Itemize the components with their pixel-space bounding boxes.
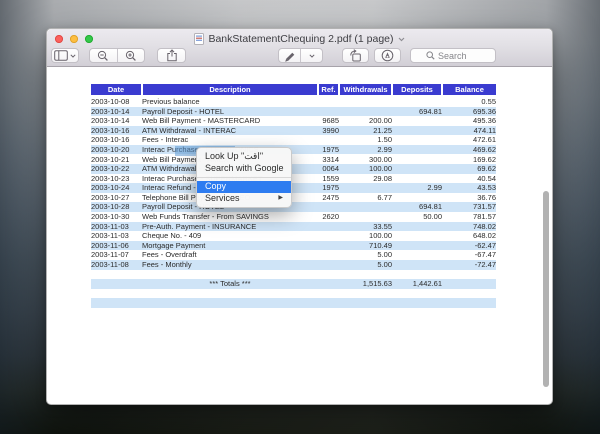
- table-row[interactable]: 2003-10-20Interac Purchase - ELECTRONICS…: [91, 144, 496, 155]
- zoom-buttons: [89, 48, 145, 63]
- markup-pen-button[interactable]: [279, 49, 300, 62]
- window-title: BankStatementChequing 2.pdf (1 page): [208, 33, 394, 45]
- table-row[interactable]: 2003-10-28 Payroll Deposit - HOTEL 694.81 7…: [91, 202, 496, 213]
- totals-row[interactable]: *** Totals *** 1,515.63 1,442.61: [91, 279, 496, 289]
- table-row[interactable]: 2003-11-06 Mortgage Payment 710.49 -62.47: [91, 240, 496, 251]
- table-row[interactable]: 2003-11-07 Fees - Overdraft 5.00 -67.47: [91, 250, 496, 260]
- search-field[interactable]: [410, 48, 496, 63]
- rotate-button[interactable]: [342, 48, 369, 63]
- menu-item-search[interactable]: Search with Google: [197, 163, 291, 175]
- sidebar-view-icon: [54, 50, 76, 61]
- column-header: Balance: [442, 84, 496, 97]
- table-row[interactable]: 2003-10-16 Fees - Interac 1.50 472.61: [91, 135, 496, 145]
- menu-separator: [197, 177, 291, 178]
- blank-row[interactable]: [91, 289, 496, 299]
- column-header: Withdrawals: [339, 84, 393, 97]
- table-row[interactable]: 2003-10-14 Web Bill Payment - MASTERCARD 9…: [91, 116, 496, 126]
- table-row[interactable]: 2003-10-14 Payroll Deposit - HOTEL 694.81 6…: [91, 106, 496, 117]
- menu-item-copy[interactable]: Copy: [197, 181, 291, 193]
- table-row[interactable]: 2003-10-16 ATM Withdrawal - INTERAC 3990 21…: [91, 125, 496, 136]
- table-row[interactable]: 2003-10-30 Web Funds Transfer - From SAVI…: [91, 212, 496, 222]
- preview-window: BankStatementChequing 2.pdf (1 page) Sea…: [46, 28, 553, 405]
- share-button[interactable]: [157, 48, 186, 63]
- context-menu: Look Up "اقت" Search with Google Copy Servi…: [196, 147, 292, 208]
- traffic-lights: [55, 35, 93, 43]
- table-row[interactable]: 2003-11-03 Pre-Auth. Payment - INSURANCE 3…: [91, 221, 496, 232]
- table-row[interactable]: 2003-10-27Telephone Bill Payment - VIDEO…: [91, 193, 496, 203]
- search-input[interactable]: [438, 50, 480, 61]
- statement-table-body: 2003-10-08 Previous balance 0.55 2003-10-14…: [91, 96, 496, 308]
- view-options-button[interactable]: [51, 48, 79, 63]
- table-header-row: Date Description Ref. Withdrawals Deposits Ba…: [91, 84, 496, 97]
- markup-button-group: [278, 48, 323, 63]
- table-row[interactable]: 2003-11-08 Fees - Monthly 5.00 -72.47: [91, 260, 496, 270]
- window-titlebar: BankStatementChequing 2.pdf (1 page): [47, 29, 552, 67]
- zoom-in-button[interactable]: [116, 49, 145, 62]
- minimize-button[interactable]: [70, 35, 78, 43]
- submenu-arrow-icon: ▶: [278, 194, 283, 201]
- menu-item-services[interactable]: Services ▶: [197, 193, 291, 205]
- menu-item-label: Copy: [205, 181, 227, 191]
- title-chevron-icon[interactable]: [398, 37, 405, 42]
- rotate-left-icon: [350, 49, 361, 62]
- column-header: Description: [142, 84, 319, 97]
- menu-item-look[interactable]: Look Up "اقت": [197, 151, 291, 163]
- table-row[interactable]: 2003-10-21 Web Bill Payment - AMEX 3314 300…: [91, 154, 496, 164]
- zoom-out-icon: [98, 50, 109, 61]
- zoom-out-button[interactable]: [90, 49, 117, 62]
- menu-item-label: Look Up "اقت": [205, 151, 264, 161]
- fullscreen-button[interactable]: [85, 35, 93, 43]
- table-row[interactable]: 2003-10-08 Previous balance 0.55: [91, 96, 496, 107]
- table-row[interactable]: 2003-11-03 Cheque No. - 409 100.00 648.02: [91, 231, 496, 241]
- table-row[interactable]: 2003-10-23Interac Purchase - SUPERMARKET…: [91, 174, 496, 184]
- statement-table: Date Description Ref. Withdrawals Deposits Ba…: [91, 84, 496, 308]
- chevron-down-icon: [308, 53, 315, 58]
- close-button[interactable]: [55, 35, 63, 43]
- markup-pen-icon: [285, 52, 295, 62]
- window-title-area: BankStatementChequing 2.pdf (1 page): [107, 30, 492, 48]
- column-header: Date: [91, 84, 143, 97]
- column-header: Ref.: [318, 84, 340, 97]
- blank-row[interactable]: [91, 298, 496, 308]
- desktop: BankStatementChequing 2.pdf (1 page) Sea…: [0, 0, 600, 434]
- table-row[interactable]: 2003-10-24Interac Refund - ELECTRONICS19…: [91, 183, 496, 193]
- vertical-scrollbar-thumb[interactable]: [543, 191, 549, 387]
- toolbar: [47, 48, 552, 64]
- column-header: Deposits: [392, 84, 443, 97]
- markup-toolbar-toggle-button[interactable]: [374, 48, 401, 63]
- share-icon: [166, 49, 177, 62]
- menu-item-label: Services: [205, 192, 240, 203]
- annotate-circle-icon: [381, 49, 394, 62]
- menu-item-label: Search with Google: [205, 162, 284, 173]
- markup-dropdown-button[interactable]: [300, 49, 322, 62]
- table-row[interactable]: 2003-10-22 ATM Withdrawal - FIRST BANK 006…: [91, 164, 496, 174]
- pdf-page: Date Description Ref. Withdrawals Deposits Ba…: [47, 67, 552, 404]
- pdf-proxy-icon[interactable]: [194, 33, 205, 45]
- search-icon: [426, 51, 435, 60]
- zoom-in-icon: [125, 50, 136, 61]
- blank-row[interactable]: [91, 270, 496, 280]
